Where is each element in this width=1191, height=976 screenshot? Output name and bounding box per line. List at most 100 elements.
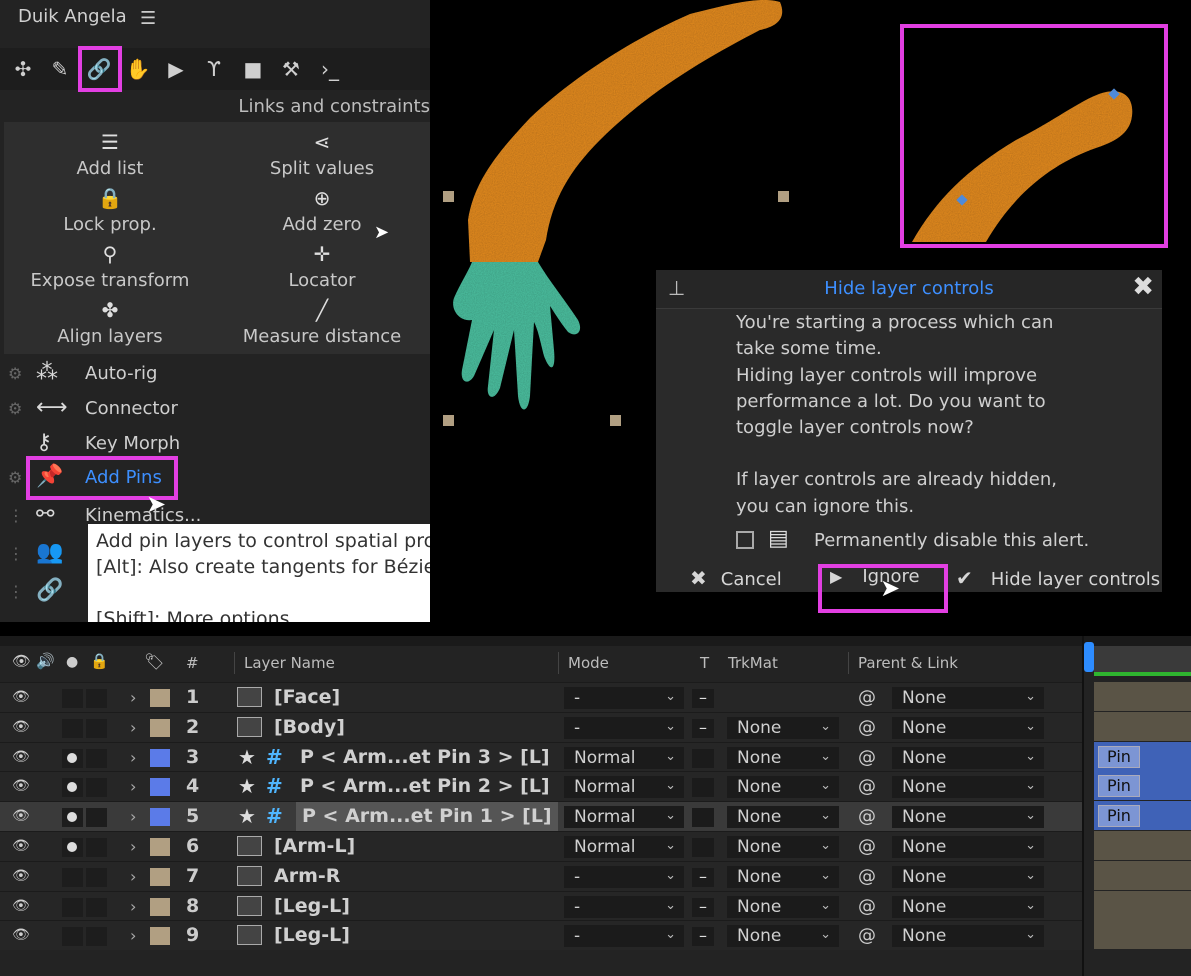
parent-dropdown[interactable]: None ⌄ — [892, 806, 1044, 829]
lock-switch[interactable] — [86, 808, 107, 828]
preserve-transparency-toggle[interactable]: – — [692, 867, 714, 887]
gear-icon[interactable]: ⚙ — [8, 399, 22, 418]
play-icon[interactable]: ▶ — [161, 54, 191, 84]
parent-dropdown[interactable]: None ⌄ — [892, 776, 1044, 799]
split-values-button[interactable]: Split values — [222, 158, 422, 179]
preserve-transparency-toggle[interactable] — [692, 778, 714, 798]
trkmat-dropdown[interactable]: None ⌄ — [727, 806, 839, 829]
eye-icon[interactable]: 👁 — [12, 802, 30, 831]
eye-icon[interactable]: 👁 — [12, 921, 30, 950]
trkmat-dropdown[interactable]: None ⌄ — [727, 746, 839, 769]
layer-row[interactable]: 👁 › 9 [Leg-L] - ⌄ – None ⌄ @ None ⌄ — [0, 920, 1082, 951]
pickwhip-icon[interactable]: @ — [858, 743, 876, 772]
preserve-transparency-toggle[interactable] — [692, 748, 714, 768]
pickwhip-icon[interactable]: @ — [858, 862, 876, 891]
solo-switch[interactable] — [62, 927, 83, 947]
layer-name[interactable]: P < Arm...et Pin 2 > [L] — [300, 772, 550, 801]
col-t[interactable]: T — [700, 654, 709, 672]
label-color[interactable] — [150, 748, 170, 767]
layer-track[interactable] — [1094, 920, 1191, 950]
label-color[interactable] — [150, 838, 170, 856]
mode-dropdown[interactable]: - ⌄ — [564, 687, 684, 709]
solo-switch[interactable] — [62, 867, 83, 887]
lock-switch[interactable] — [86, 689, 107, 708]
layer-track[interactable] — [1094, 890, 1191, 920]
eye-icon[interactable]: 👁 — [12, 892, 30, 921]
drag-handle-icon[interactable]: ⋮ — [8, 506, 24, 525]
label-color[interactable] — [150, 867, 170, 886]
chevron-right-icon[interactable]: › — [130, 743, 136, 772]
layer-track[interactable] — [1094, 682, 1191, 711]
terminal-icon[interactable]: ›_ — [315, 54, 345, 84]
label-color[interactable] — [150, 718, 170, 737]
expose-transform-button[interactable]: Expose transform — [10, 270, 210, 291]
trkmat-dropdown[interactable]: None ⌄ — [727, 776, 839, 799]
trkmat-dropdown[interactable]: None ⌄ — [727, 836, 839, 858]
layer-row[interactable]: 👁 › 5 ★ # P < Arm...et Pin 1 > [L] Normal ⌄ None… — [0, 801, 1082, 832]
layer-row[interactable]: 👁 › 4 ★ # P < Arm...et Pin 2 > [L] Normal ⌄ None… — [0, 771, 1082, 802]
label-color[interactable] — [150, 778, 170, 797]
layer-track[interactable] — [1094, 711, 1191, 741]
transform-handle[interactable] — [610, 415, 621, 426]
connector-item[interactable]: ⚙ ⟷ Connector — [0, 393, 430, 427]
column-divider[interactable] — [234, 652, 235, 674]
pickwhip-icon[interactable]: @ — [858, 683, 876, 712]
trkmat-dropdown[interactable]: None ⌄ — [727, 865, 839, 888]
parent-dropdown[interactable]: None ⌄ — [892, 716, 1044, 739]
label-color[interactable] — [150, 808, 170, 827]
parent-dropdown[interactable]: None ⌄ — [892, 865, 1044, 888]
mode-dropdown[interactable]: Normal ⌄ — [564, 836, 684, 858]
parent-dropdown[interactable]: None ⌄ — [892, 836, 1044, 858]
camera-icon[interactable]: ■ — [238, 54, 268, 84]
eye-icon[interactable]: 👁 — [12, 772, 30, 801]
hamburger-icon[interactable]: ☰ — [140, 8, 156, 29]
solo-switch[interactable] — [62, 897, 83, 917]
layer-name[interactable]: P < Arm...et Pin 1 > [L] — [296, 802, 558, 832]
pickwhip-icon[interactable]: @ — [858, 802, 876, 831]
mode-dropdown[interactable]: Normal ⌄ — [564, 746, 684, 769]
label-color[interactable] — [150, 689, 170, 707]
preserve-transparency-toggle[interactable] — [692, 808, 714, 828]
mode-dropdown[interactable]: - ⌄ — [564, 716, 684, 739]
chevron-right-icon[interactable]: › — [130, 772, 136, 801]
col-layer-name[interactable]: Layer Name — [244, 654, 335, 672]
mode-dropdown[interactable]: Normal ⌄ — [564, 776, 684, 799]
chevron-right-icon[interactable]: › — [130, 802, 136, 831]
parent-dropdown[interactable]: None ⌄ — [892, 687, 1044, 709]
layer-name[interactable]: [Body] — [274, 713, 345, 742]
layer-name[interactable]: [Leg-L] — [274, 921, 350, 950]
chevron-right-icon[interactable]: › — [130, 683, 136, 712]
lock-switch[interactable] — [86, 748, 107, 768]
measure-distance-button[interactable]: Measure distance — [222, 326, 422, 347]
solo-switch[interactable] — [62, 718, 83, 738]
lock-prop-button[interactable]: Lock prop. — [10, 214, 210, 235]
trkmat-dropdown[interactable]: None ⌄ — [727, 716, 839, 739]
cancel-button[interactable]: ✖ Cancel — [690, 566, 782, 590]
chevron-right-icon[interactable]: › — [130, 832, 136, 861]
gear-icon[interactable]: ⚙ — [8, 468, 22, 487]
transform-handle[interactable] — [443, 191, 454, 202]
column-divider[interactable] — [848, 652, 849, 674]
layer-name[interactable]: P < Arm...et Pin 3 > [L] — [300, 743, 550, 772]
layer-row[interactable]: 👁 › 1 [Face] - ⌄ – @ None ⌄ — [0, 682, 1082, 712]
layer-row[interactable]: 👁 › 7 Arm-R - ⌄ – None ⌄ @ None ⌄ — [0, 860, 1082, 891]
lock-switch[interactable] — [86, 778, 107, 798]
eye-icon[interactable]: 👁 — [12, 683, 30, 712]
close-icon[interactable]: ✖ — [1132, 272, 1154, 302]
bone-icon[interactable]: ✣ — [8, 54, 38, 84]
layer-name[interactable]: [Leg-L] — [274, 892, 350, 921]
lock-icon[interactable]: 🔒 — [90, 652, 109, 670]
add-list-button[interactable]: Add list — [10, 158, 210, 179]
layer-track[interactable]: Pin — [1094, 771, 1191, 801]
layer-name[interactable]: [Face] — [274, 683, 340, 712]
column-divider[interactable] — [558, 652, 559, 674]
chevron-right-icon[interactable]: › — [130, 713, 136, 742]
col-parent[interactable]: Parent & Link — [858, 654, 958, 672]
work-area-bar[interactable] — [1094, 672, 1191, 676]
mode-dropdown[interactable]: - ⌄ — [564, 895, 684, 918]
lock-switch[interactable] — [86, 927, 107, 947]
parent-dropdown[interactable]: None ⌄ — [892, 895, 1044, 918]
lock-switch[interactable] — [86, 897, 107, 917]
eye-icon[interactable]: 👁 — [12, 743, 30, 772]
pickwhip-icon[interactable]: @ — [858, 892, 876, 921]
